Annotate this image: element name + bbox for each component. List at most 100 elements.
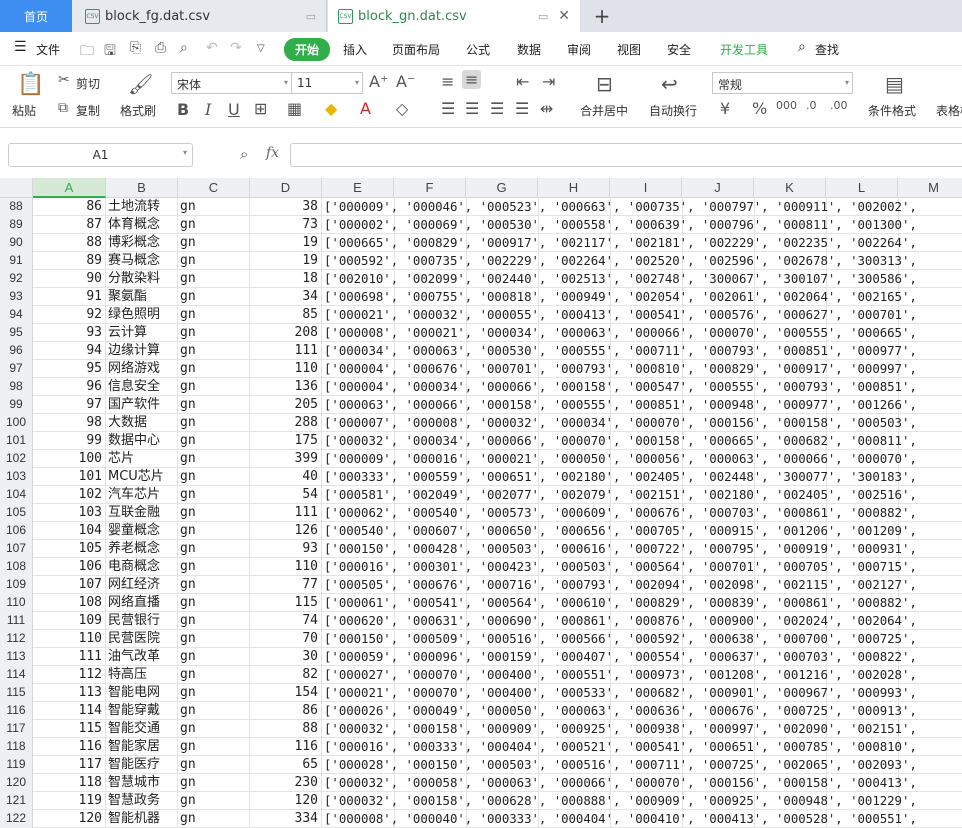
cell-b[interactable]: MCU芯片 bbox=[106, 468, 178, 486]
undo-icon[interactable]: ↶ bbox=[206, 40, 218, 56]
cell-e[interactable]: ['000150', '000509', '000516', '000566',… bbox=[322, 630, 962, 648]
cell-b[interactable]: 油气改革 bbox=[106, 648, 178, 666]
cell-a[interactable]: 101 bbox=[33, 468, 106, 486]
cell-e[interactable]: ['000505', '000676', '000716', '000793',… bbox=[322, 576, 962, 594]
cell-b[interactable]: 电商概念 bbox=[106, 558, 178, 576]
cell-e[interactable]: ['000026', '000049', '000050', '000063',… bbox=[322, 702, 962, 720]
number-format-select[interactable]: 常规 ▾ bbox=[712, 72, 853, 94]
row-header[interactable]: 89 bbox=[0, 216, 33, 234]
cell-e[interactable]: ['000009', '000046', '000523', '000663',… bbox=[322, 198, 962, 216]
row-header[interactable]: 120 bbox=[0, 774, 33, 792]
cell-b[interactable]: 赛马概念 bbox=[106, 252, 178, 270]
cell-d[interactable]: 154 bbox=[250, 684, 322, 702]
cell-b[interactable]: 国产软件 bbox=[106, 396, 178, 414]
cell-a[interactable]: 107 bbox=[33, 576, 106, 594]
cell-d[interactable]: 110 bbox=[250, 360, 322, 378]
cell-d[interactable]: 110 bbox=[250, 558, 322, 576]
cell-a[interactable]: 99 bbox=[33, 432, 106, 450]
cell-a[interactable]: 119 bbox=[33, 792, 106, 810]
font-color-icon[interactable]: A bbox=[360, 99, 371, 118]
row-header[interactable]: 121 bbox=[0, 792, 33, 810]
column-header-F[interactable]: F bbox=[394, 178, 466, 198]
menu-view[interactable]: 视图 bbox=[617, 41, 641, 58]
cell-c[interactable]: gn bbox=[178, 396, 250, 414]
row-header[interactable]: 108 bbox=[0, 558, 33, 576]
save-icon[interactable]: 🖫 bbox=[104, 40, 116, 64]
cell-b[interactable]: 智能电网 bbox=[106, 684, 178, 702]
cell-c[interactable]: gn bbox=[178, 540, 250, 558]
cell-e[interactable]: ['000032', '000034', '000066', '000070',… bbox=[322, 432, 962, 450]
row-header[interactable]: 88 bbox=[0, 198, 33, 216]
cell-a[interactable]: 88 bbox=[33, 234, 106, 252]
cell-d[interactable]: 93 bbox=[250, 540, 322, 558]
redo-icon[interactable]: ↷ bbox=[230, 40, 242, 56]
cell-e[interactable]: ['000665', '000829', '000917', '002117',… bbox=[322, 234, 962, 252]
row-header[interactable]: 107 bbox=[0, 540, 33, 558]
bold-icon[interactable]: B bbox=[177, 100, 189, 119]
row-header[interactable]: 91 bbox=[0, 252, 33, 270]
cell-a[interactable]: 116 bbox=[33, 738, 106, 756]
cell-b[interactable]: 民营银行 bbox=[106, 612, 178, 630]
row-header[interactable]: 98 bbox=[0, 378, 33, 396]
row-header[interactable]: 97 bbox=[0, 360, 33, 378]
cell-d[interactable]: 19 bbox=[250, 234, 322, 252]
cell-a[interactable]: 104 bbox=[33, 522, 106, 540]
decrease-decimal-icon[interactable]: .00 bbox=[830, 99, 848, 112]
cell-a[interactable]: 95 bbox=[33, 360, 106, 378]
cell-b[interactable]: 智慧政务 bbox=[106, 792, 178, 810]
format-painter-icon[interactable]: 🖌 bbox=[128, 72, 153, 96]
cell-b[interactable]: 网络直播 bbox=[106, 594, 178, 612]
cell-e[interactable]: ['000032', '000158', '000628', '000888',… bbox=[322, 792, 962, 810]
cell-b[interactable]: 智慧城市 bbox=[106, 774, 178, 792]
cell-a[interactable]: 97 bbox=[33, 396, 106, 414]
column-header-J[interactable]: J bbox=[682, 178, 754, 198]
row-header[interactable]: 117 bbox=[0, 720, 33, 738]
cell-d[interactable]: 86 bbox=[250, 702, 322, 720]
row-header[interactable]: 112 bbox=[0, 630, 33, 648]
cell-c[interactable]: gn bbox=[178, 666, 250, 684]
cell-e[interactable]: ['000016', '000333', '000404', '000521',… bbox=[322, 738, 962, 756]
font-size-select[interactable]: 11 ▾ bbox=[292, 72, 363, 94]
indent-decrease-icon[interactable]: ⇤ bbox=[516, 72, 529, 91]
cell-d[interactable]: 120 bbox=[250, 792, 322, 810]
cell-e[interactable]: ['000008', '000021', '000034', '000063',… bbox=[322, 324, 962, 342]
italic-icon[interactable]: I bbox=[205, 100, 211, 119]
cell-d[interactable]: 70 bbox=[250, 630, 322, 648]
row-header[interactable]: 95 bbox=[0, 324, 33, 342]
window-restore-icon[interactable]: ▭ bbox=[538, 10, 548, 23]
font-name-select[interactable]: 宋体 ▾ bbox=[171, 72, 292, 94]
quick-access-more-icon[interactable]: ▽ bbox=[257, 43, 265, 54]
cell-c[interactable]: gn bbox=[178, 558, 250, 576]
hamburger-menu-icon[interactable]: ☰ bbox=[14, 39, 27, 55]
cell-a[interactable]: 93 bbox=[33, 324, 106, 342]
window-restore-icon[interactable]: ▭ bbox=[306, 10, 316, 23]
column-header-A[interactable]: A bbox=[33, 178, 106, 198]
cell-e[interactable]: ['000540', '000607', '000650', '000656',… bbox=[322, 522, 962, 540]
cell-c[interactable]: gn bbox=[178, 576, 250, 594]
cell-b[interactable]: 云计算 bbox=[106, 324, 178, 342]
cell-d[interactable]: 205 bbox=[250, 396, 322, 414]
menu-start[interactable]: 开始 bbox=[284, 38, 331, 61]
cell-a[interactable]: 108 bbox=[33, 594, 106, 612]
cell-b[interactable]: 智能医疗 bbox=[106, 756, 178, 774]
cell-e[interactable]: ['000063', '000066', '000158', '000555',… bbox=[322, 396, 962, 414]
cell-c[interactable]: gn bbox=[178, 306, 250, 324]
wrap-text-icon[interactable]: ↩ bbox=[661, 72, 678, 96]
cell-e[interactable]: ['000034', '000063', '000530', '000555',… bbox=[322, 342, 962, 360]
menu-security[interactable]: 安全 bbox=[667, 41, 691, 58]
cell-e[interactable]: ['000581', '002049', '002077', '002079',… bbox=[322, 486, 962, 504]
cell-a[interactable]: 86 bbox=[33, 198, 106, 216]
cell-c[interactable]: gn bbox=[178, 414, 250, 432]
cell-a[interactable]: 115 bbox=[33, 720, 106, 738]
format-painter-button[interactable]: 格式刷 bbox=[120, 102, 156, 119]
align-right-icon[interactable]: ☰ bbox=[490, 99, 504, 118]
cell-c[interactable]: gn bbox=[178, 450, 250, 468]
cell-d[interactable]: 74 bbox=[250, 612, 322, 630]
menu-developer[interactable]: 开发工具 bbox=[720, 41, 768, 58]
cell-d[interactable]: 399 bbox=[250, 450, 322, 468]
name-box[interactable]: A1 bbox=[8, 143, 193, 167]
cell-c[interactable]: gn bbox=[178, 810, 250, 828]
cell-b[interactable]: 智能交通 bbox=[106, 720, 178, 738]
cell-b[interactable]: 网络游戏 bbox=[106, 360, 178, 378]
cell-c[interactable]: gn bbox=[178, 630, 250, 648]
